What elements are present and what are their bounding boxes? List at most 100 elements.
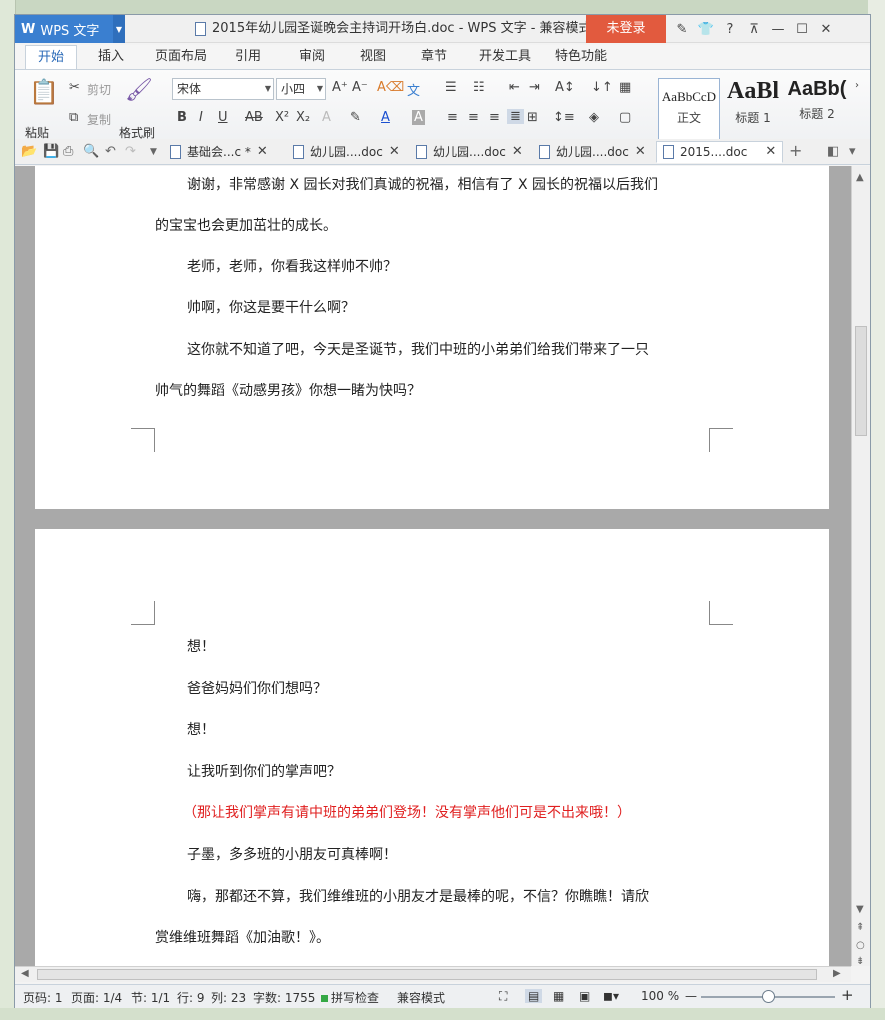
superscript-icon[interactable]: X² (275, 110, 289, 125)
undo-icon[interactable]: ↶ (105, 144, 116, 159)
login-button[interactable]: 未登录 (586, 15, 666, 43)
page-view-icon[interactable]: ▤ (525, 989, 543, 1003)
page-1[interactable]: 谢谢，非常感谢 X 园长对我们真诚的祝福，相信有了 X 园长的祝福以后我们 的宝… (35, 166, 829, 509)
doc-tab-1[interactable]: 基础会...c * ✕ (170, 141, 268, 163)
distribute-icon[interactable]: ⊞ (527, 110, 538, 125)
skin-icon[interactable]: ✎ (670, 22, 694, 37)
close-tab-icon[interactable]: ✕ (257, 141, 268, 163)
tab-developer[interactable]: 开发工具 (479, 45, 531, 69)
scroll-left-icon[interactable]: ◀ (21, 968, 29, 979)
next-page-icon[interactable]: ⇟ (856, 956, 864, 967)
doc-tab-3[interactable]: 幼儿园....doc ✕ (416, 141, 523, 163)
vertical-scroll-thumb[interactable] (855, 326, 867, 436)
text-effect-icon[interactable]: A (322, 110, 331, 125)
bullet-list-icon[interactable]: ☰ (445, 80, 457, 95)
text-direction-icon[interactable]: A↕ (555, 80, 575, 95)
tab-page-layout[interactable]: 页面布局 (155, 45, 207, 69)
doc-tab-4[interactable]: 幼儿园....doc ✕ (539, 141, 646, 163)
copy-button[interactable]: 复制 (87, 111, 111, 128)
minimize-button[interactable]: — (766, 22, 790, 37)
copy-icon[interactable]: ⧉ (69, 110, 78, 125)
format-painter-icon[interactable]: 🖌 (125, 78, 153, 103)
shirt-icon[interactable]: 👕 (694, 22, 718, 37)
close-tab-icon[interactable]: ✕ (512, 141, 523, 163)
prev-page-icon[interactable]: ⇞ (856, 922, 864, 933)
quick-access-chevron-icon[interactable]: ▼ (150, 147, 157, 157)
style-heading-1[interactable]: AaBl 标题 1 (724, 78, 782, 144)
horizontal-scroll-thumb[interactable] (37, 969, 817, 980)
align-right-icon[interactable]: ≡ (489, 110, 500, 125)
status-page-number[interactable]: 页码: 1 (23, 989, 63, 1006)
close-tab-icon[interactable]: ✕ (765, 141, 776, 163)
save-icon[interactable]: 💾 (43, 144, 59, 159)
shrink-font-icon[interactable]: A⁻ (352, 80, 368, 95)
shading-icon[interactable]: ◈ (589, 110, 599, 125)
tab-insert[interactable]: 插入 (98, 45, 124, 69)
font-name-select[interactable]: 宋体 ▼ (172, 78, 274, 100)
cut-button[interactable]: 剪切 (87, 81, 111, 98)
status-column[interactable]: 列: 23 (211, 989, 246, 1006)
decrease-indent-icon[interactable]: ⇤ (509, 80, 520, 95)
subscript-icon[interactable]: X₂ (296, 110, 310, 125)
zoom-in-icon[interactable]: + (841, 986, 854, 1004)
reading-view-icon[interactable]: ◼▾ (603, 989, 619, 1003)
tab-menu-icon[interactable]: ▾ (849, 144, 856, 159)
char-shading-icon[interactable]: A (412, 110, 425, 125)
tab-chapter[interactable]: 章节 (421, 45, 447, 69)
status-pages[interactable]: 页面: 1/4 (71, 989, 122, 1006)
scroll-right-icon[interactable]: ▶ (833, 968, 841, 979)
zoom-out-icon[interactable]: — (685, 989, 697, 1003)
zoom-level[interactable]: 100 % (641, 989, 679, 1003)
chevron-down-icon[interactable]: ▼ (113, 15, 125, 43)
document-canvas[interactable]: 谢谢，非常感谢 X 园长对我们真诚的祝福，相信有了 X 园长的祝福以后我们 的宝… (15, 166, 851, 966)
align-center-icon[interactable]: ≡ (468, 110, 479, 125)
page-2[interactable]: 想！ 爸爸妈妈们你们想吗？ 想！ 让我听到你们的掌声吧？ （那让我们掌声有请中班… (35, 529, 829, 966)
paste-icon[interactable]: 📋 (29, 78, 59, 106)
app-menu-button[interactable]: W WPS 文字 ▼ (15, 15, 125, 43)
vertical-scrollbar[interactable]: ▲ ▼ ⇞ ○ ⇟ (851, 166, 870, 967)
tab-review[interactable]: 审阅 (299, 45, 325, 69)
maximize-button[interactable]: ☐ (790, 22, 814, 37)
sort-icon[interactable]: ↓↑ (591, 80, 613, 95)
scroll-up-icon[interactable]: ▲ (856, 172, 864, 183)
horizontal-scrollbar[interactable]: ◀ ▶ (15, 966, 851, 982)
tab-list-icon[interactable]: ◧ (827, 144, 839, 159)
print-icon[interactable]: ⎙ (63, 144, 73, 159)
new-tab-icon[interactable]: + (789, 141, 802, 160)
full-screen-view-icon[interactable]: ⛶ (499, 989, 507, 1004)
grow-font-icon[interactable]: A⁺ (332, 80, 348, 95)
tab-special-features[interactable]: 特色功能 (555, 45, 607, 69)
numbered-list-icon[interactable]: ☷ (473, 80, 485, 95)
increase-indent-icon[interactable]: ⇥ (529, 80, 540, 95)
italic-icon[interactable]: I (199, 110, 203, 125)
scroll-down-icon[interactable]: ▼ (856, 904, 864, 915)
doc-tab-5[interactable]: 2015....doc ✕ (656, 141, 784, 163)
style-heading-2[interactable]: AaBb( 标题 2 (786, 78, 848, 144)
strikethrough-icon[interactable]: AB (245, 110, 263, 125)
redo-icon[interactable]: ↷ (125, 144, 136, 159)
font-size-select[interactable]: 小四 ▼ (276, 78, 326, 100)
close-button[interactable]: ✕ (814, 22, 838, 37)
web-view-icon[interactable]: ▣ (579, 989, 590, 1003)
justify-icon[interactable]: ≣ (507, 109, 524, 124)
scissors-icon[interactable]: ✂ (69, 80, 80, 95)
highlight-icon[interactable]: ✎ (350, 110, 361, 125)
status-section[interactable]: 节: 1/1 (131, 989, 170, 1006)
clear-format-icon[interactable]: A⌫ (377, 80, 404, 95)
close-tab-icon[interactable]: ✕ (635, 141, 646, 163)
style-normal[interactable]: AaBbCcD 正文 (658, 78, 720, 144)
spell-check-toggle[interactable]: 拼写检查 (321, 989, 379, 1006)
print-preview-icon[interactable]: 🔍 (83, 144, 99, 159)
line-spacing-icon[interactable]: ↕≡ (553, 110, 575, 125)
outline-view-icon[interactable]: ▦ (553, 989, 564, 1003)
zoom-slider-knob[interactable] (762, 990, 775, 1003)
close-tab-icon[interactable]: ✕ (389, 141, 400, 163)
bold-icon[interactable]: B (177, 110, 187, 125)
status-word-count[interactable]: 字数: 1755 (253, 989, 315, 1006)
align-left-icon[interactable]: ≡ (447, 110, 458, 125)
collapse-ribbon-icon[interactable]: ⊼ (742, 22, 766, 37)
help-icon[interactable]: ? (718, 22, 742, 37)
open-folder-icon[interactable]: 📂 (21, 144, 37, 159)
tab-home[interactable]: 开始 (25, 45, 78, 69)
font-color-icon[interactable]: A (381, 110, 390, 125)
